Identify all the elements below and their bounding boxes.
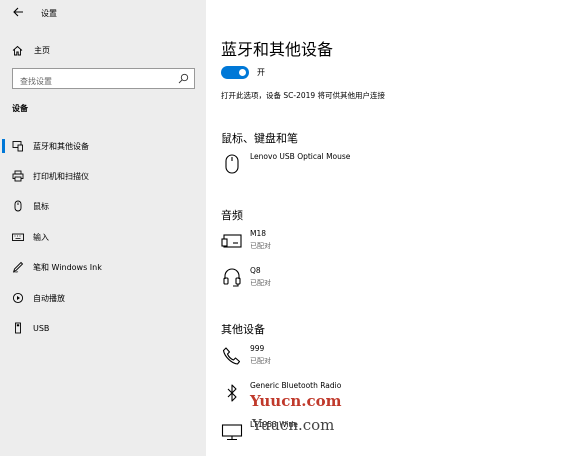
printer-icon	[12, 170, 24, 182]
sidebar-item-usb[interactable]: USB	[0, 315, 206, 341]
group-title-mouse-keyboard: 鼠标、键盘和笔	[221, 132, 298, 145]
usb-icon	[12, 322, 24, 334]
search-input[interactable]	[13, 72, 168, 91]
device-name: 999	[250, 344, 265, 353]
sidebar: 设置 主页 设备 蓝牙和其他设备 打印机和扫描仪 鼠标 输入	[0, 0, 206, 456]
sidebar-item-printers[interactable]: 打印机和扫描仪	[0, 163, 206, 189]
speaker-icon	[221, 229, 243, 253]
toggle-state-label: 开	[257, 68, 265, 77]
device-status: 已配对	[250, 242, 271, 250]
group-title-other: 其他设备	[221, 323, 265, 336]
sidebar-item-label: 自动播放	[33, 293, 65, 303]
sidebar-item-label: 鼠标	[33, 201, 49, 211]
sidebar-item-label: 蓝牙和其他设备	[33, 141, 89, 151]
section-label: 设备	[12, 104, 28, 113]
device-status: 已配对	[250, 279, 271, 287]
phone-icon	[221, 344, 243, 368]
sidebar-item-label: 打印机和扫描仪	[33, 171, 89, 181]
device-item[interactable]: M18 已配对	[221, 229, 521, 259]
sidebar-item-bluetooth[interactable]: 蓝牙和其他设备	[0, 133, 206, 159]
headset-icon	[221, 266, 243, 290]
device-name: Lenovo USB Optical Mouse	[250, 152, 351, 161]
sidebar-item-label: 输入	[33, 232, 49, 242]
device-name: Q8	[250, 266, 261, 275]
device-name: Generic Bluetooth Radio	[250, 381, 342, 390]
device-item[interactable]: 999 已配对	[221, 344, 521, 374]
mouse-icon	[221, 152, 243, 176]
bluetooth-toggle[interactable]	[221, 66, 249, 79]
bluetooth-devices-icon	[12, 140, 24, 152]
bluetooth-icon	[221, 381, 243, 405]
device-item[interactable]: Q8 已配对	[221, 266, 521, 296]
group-title-audio: 音频	[221, 209, 243, 222]
sidebar-item-label: USB	[33, 323, 50, 333]
home-icon	[12, 45, 23, 55]
device-name: M18	[250, 229, 267, 238]
home-label: 主页	[34, 45, 50, 55]
mouse-icon	[12, 200, 24, 212]
back-arrow-icon[interactable]	[10, 6, 26, 22]
title-bar: 设置	[0, 0, 206, 28]
search-box	[12, 68, 195, 91]
device-item[interactable]: Lenovo USB Optical Mouse	[221, 152, 521, 182]
watermark-red: Yuucn.com	[250, 392, 342, 410]
search-icon[interactable]	[178, 73, 189, 84]
keyboard-icon	[12, 231, 24, 243]
sidebar-item-autoplay[interactable]: 自动播放	[0, 285, 206, 311]
main-content: 蓝牙和其他设备 开 打开此选项，设备 SC-2019 将可供其他用户连接 鼠标、…	[206, 0, 567, 456]
monitor-icon	[221, 420, 243, 444]
home-link[interactable]: 主页	[12, 42, 50, 58]
sidebar-item-label: 笔和 Windows Ink	[33, 262, 102, 272]
pen-icon	[12, 261, 24, 273]
autoplay-icon	[12, 292, 24, 304]
discoverable-description: 打开此选项，设备 SC-2019 将可供其他用户连接	[221, 91, 386, 100]
device-status: 已配对	[250, 357, 271, 365]
sidebar-item-input[interactable]: 输入	[0, 224, 206, 250]
sidebar-item-mouse[interactable]: 鼠标	[0, 193, 206, 219]
sidebar-item-pen[interactable]: 笔和 Windows Ink	[0, 254, 206, 280]
page-title: 蓝牙和其他设备	[221, 40, 334, 59]
watermark-gray: Yuucn.com	[252, 416, 335, 434]
app-title: 设置	[41, 9, 57, 18]
